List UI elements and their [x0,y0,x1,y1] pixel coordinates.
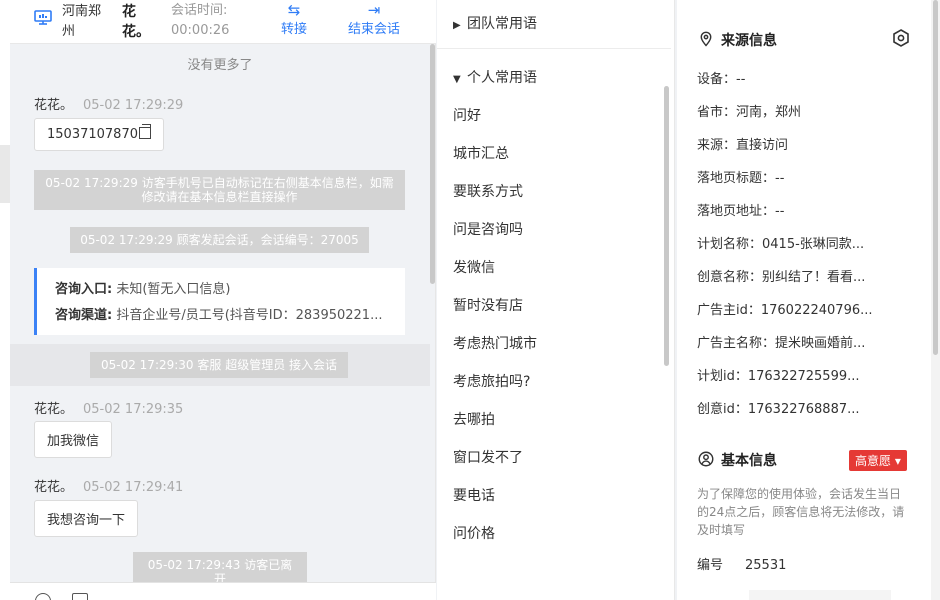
phrase-item[interactable]: 去哪拍 [453,409,495,429]
phrase-item[interactable]: 考虑旅拍吗? [453,371,530,391]
message-time: 05-02 17:29:35 [83,402,184,417]
monitor-icon [34,10,52,25]
field-plan-id: 计划id：176322725599... [697,369,860,384]
transfer-button[interactable]: ⇆ 转接 [274,0,314,40]
field-landing-title: 落地页标题：-- [697,171,785,186]
transfer-label: 转接 [280,22,307,37]
field-advertiser-id: 广告主id：176022240796... [697,303,873,318]
phrase-item[interactable]: 问是咨询吗 [453,219,523,239]
field-advertiser-name: 广告主名称：提米映画婚前... [697,336,866,351]
phrases-scrollbar[interactable] [664,86,669,366]
emoji-icon[interactable] [35,593,51,600]
image-icon[interactable] [72,593,88,600]
caret-right-icon: ▶ [453,20,461,31]
personal-phrases-group[interactable]: ▼ 个人常用语 [453,67,537,87]
phrase-item[interactable]: 发微信 [453,257,495,277]
phrase-item[interactable]: 要联系方式 [453,181,523,201]
message-text: 加我微信 [47,434,100,449]
sender-name: 花花。 [34,402,74,417]
customer-region: 河南郑州 [62,4,102,39]
field-device: 设备：-- [697,72,746,87]
field-plan-name: 计划名称：0415-张琳同款... [697,237,865,252]
personal-group-label: 个人常用语 [467,70,537,86]
entry-value: 未知(暂无入口信息) [116,282,231,297]
transfer-arrows-icon: ⇆ [287,1,301,19]
channel-value: 抖音企业号/员工号(抖音号ID：283950221... [116,308,383,323]
source-info-header: 来源信息 [697,30,777,50]
phrase-item[interactable]: 要电话 [453,485,495,505]
basic-info-title: 基本信息 [721,453,777,469]
phrase-item[interactable]: 城市汇总 [453,143,509,163]
chat-messages: 没有更多了 花花。 05-02 17:29:29 15037107870 05-0… [10,44,436,582]
settings-gear-icon[interactable] [891,28,911,48]
phrase-item[interactable]: 问价格 [453,523,495,543]
info-input-field[interactable] [749,590,891,600]
customer-name: 花花。 [122,4,150,40]
caret-down-icon: ▼ [453,74,461,85]
sender-name: 花花。 [34,480,74,495]
field-province-city: 省市：河南，郑州 [697,105,802,120]
edge-tab[interactable] [0,145,10,203]
user-circle-icon [698,451,714,467]
chat-toolbar [10,582,436,600]
system-message: 05-02 17:29:30 客服 超级管理员 接入会话 [90,352,348,378]
no-more-label: 没有更多了 [187,58,253,73]
system-message: 05-02 17:29:29 顾客发起会话，会话编号：27005 [70,227,369,253]
customer-info-panel: 来源信息 设备：-- 省市：河南，郑州 来源：直接访问 落地页标题：-- 落地页… [677,0,940,600]
info-scrollbar-track [931,0,940,600]
phrase-item[interactable]: 问好 [453,105,481,125]
field-landing-url: 落地页地址：-- [697,204,785,219]
entry-info-card: 咨询入口: 未知(暂无入口信息) 咨询渠道: 抖音企业号/员工号(抖音号ID：2… [34,268,405,335]
message-text: 我想咨询一下 [47,513,126,528]
session-time-label: 会话时间: [171,3,228,18]
message-sender: 花花。 05-02 17:29:41 [34,476,183,495]
source-info-title: 来源信息 [721,33,777,49]
team-group-label: 团队常用语 [467,16,537,32]
end-session-label: 结束会话 [347,22,400,37]
phrase-item[interactable]: 暂时没有店 [453,295,523,315]
chat-header: 河南郑州 花花。 会话时间: 00:00:26 ⇆ 转接 ⇥ 结束会话 [10,0,436,44]
session-time-value: 00:00:26 [171,23,230,38]
location-pin-icon [700,31,712,47]
message-time: 05-02 17:29:41 [83,480,184,495]
exit-icon: ⇥ [367,1,381,19]
message-bubble: 我想咨询一下 [34,500,139,537]
app-root: 河南郑州 花花。 会话时间: 00:00:26 ⇆ 转接 ⇥ 结束会话 没有更多… [0,0,940,600]
intent-level-label: 高意愿 [855,454,892,468]
message-time: 05-02 17:29:29 [83,98,184,113]
basic-info-header: 基本信息 [697,450,777,470]
phrase-item[interactable]: 考虑热门城市 [453,333,537,353]
message-text: 15037107870 [47,127,138,142]
number-value: 25531 [745,558,787,573]
info-scrollbar-thumb[interactable] [933,0,938,355]
system-message: 05-02 17:29:43 访客已离开 [133,552,307,582]
group-divider [437,48,671,49]
dropdown-caret-icon: ▾ [891,454,901,468]
edit-notice: 为了保障您的使用体验，会话发生当日的24点之后，顾客信息将无法修改，请及时填写 [697,487,905,537]
left-edge-strip [0,0,10,600]
channel-key: 咨询渠道: [55,308,113,323]
field-creative-name: 创意名称：别纠结了！看看... [697,270,866,285]
sender-name: 花花。 [34,98,74,113]
number-label: 编号 [697,558,724,573]
field-source: 来源：直接访问 [697,138,789,153]
chat-panel: 河南郑州 花花。 会话时间: 00:00:26 ⇆ 转接 ⇥ 结束会话 没有更多… [10,0,436,600]
phrase-item[interactable]: 窗口发不了 [453,447,523,467]
message-sender: 花花。 05-02 17:29:35 [34,398,183,417]
end-session-button[interactable]: ⇥ 结束会话 [344,0,404,40]
message-sender: 花花。 05-02 17:29:29 [34,94,183,113]
common-phrases-panel: ▶ 团队常用语 ▼ 个人常用语 问好 城市汇总 要联系方式 问是咨询吗 发微信 暂时… [437,0,675,600]
entry-key: 咨询入口: [55,282,113,297]
system-message: 05-02 17:29:29 访客手机号已自动标记在右侧基本信息栏，如需修改请在… [34,170,405,210]
customer-number-row: 编号 25531 [697,554,786,573]
field-creative-id: 创意id：176322768887... [697,402,860,417]
team-phrases-group[interactable]: ▶ 团队常用语 [453,13,537,33]
message-bubble: 15037107870 [34,118,164,151]
message-bubble: 加我微信 [34,421,113,458]
intent-level-dropdown[interactable]: 高意愿 ▾ [849,450,907,471]
copy-icon[interactable] [138,124,151,139]
